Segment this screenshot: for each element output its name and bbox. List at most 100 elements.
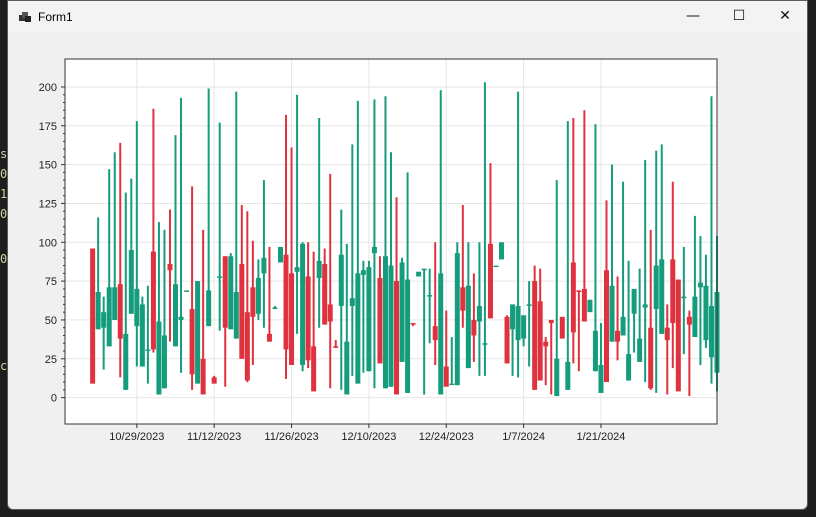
candle-body-down bbox=[244, 312, 250, 381]
maximize-button[interactable]: ☐ bbox=[716, 1, 762, 31]
candle-body-up bbox=[554, 358, 560, 397]
candle-body-down bbox=[394, 281, 400, 395]
candle-body-up bbox=[653, 265, 659, 310]
candle-body-up bbox=[405, 279, 411, 393]
candle-body-down bbox=[283, 254, 289, 350]
candle-body-down bbox=[443, 366, 449, 387]
candle-body-down bbox=[686, 316, 692, 325]
candle-body-up bbox=[128, 250, 134, 314]
candle-body-up bbox=[421, 268, 427, 271]
candle-body-up bbox=[173, 284, 179, 347]
x-tick-label: 1/21/2024 bbox=[576, 431, 625, 443]
candle-body-down bbox=[603, 270, 609, 383]
candle-body-up bbox=[598, 364, 604, 393]
y-tick-label: 75 bbox=[45, 276, 57, 288]
candle-body-down bbox=[189, 309, 195, 375]
candle-body-up bbox=[697, 282, 703, 288]
candle-body-up bbox=[587, 299, 593, 313]
candle-body-up bbox=[134, 288, 140, 327]
candle-body-down bbox=[250, 287, 256, 317]
candle-body-up bbox=[626, 354, 632, 381]
candle-body-up bbox=[228, 256, 234, 330]
x-tick-label: 11/12/2023 bbox=[187, 431, 241, 443]
x-tick-label: 12/24/2023 bbox=[419, 431, 474, 443]
candle-body-up bbox=[355, 273, 361, 384]
candle-body-down bbox=[471, 319, 477, 336]
candle-body-down bbox=[504, 316, 510, 364]
candle-body-up bbox=[112, 287, 118, 320]
candle-body-up bbox=[482, 343, 488, 345]
candle-body-up bbox=[565, 361, 571, 390]
candle-body-up bbox=[399, 262, 405, 362]
candle-body-down bbox=[322, 264, 328, 325]
candle-body-down bbox=[327, 304, 333, 322]
candle-body-up bbox=[609, 285, 615, 342]
app-icon bbox=[19, 12, 31, 22]
candle-body-down bbox=[537, 301, 543, 381]
y-tick-label: 150 bbox=[39, 160, 57, 172]
candle-body-down bbox=[377, 278, 383, 364]
candle-body-up bbox=[233, 291, 239, 339]
candle-body-up bbox=[371, 246, 377, 254]
candle-body-up bbox=[344, 341, 350, 395]
candle-body-up bbox=[316, 260, 322, 278]
candle-body-down bbox=[266, 333, 272, 342]
candle-body-down bbox=[150, 251, 156, 350]
y-tick-label: 0 bbox=[51, 393, 57, 405]
form-window: Form1 — ☐ ✕ 0 25 50 75 100 125 150 175 200 10/29/… bbox=[7, 0, 808, 510]
candle-body-up bbox=[708, 305, 714, 358]
candle-body-up bbox=[592, 330, 598, 372]
y-tick-label: 25 bbox=[45, 354, 57, 366]
candle-body-up bbox=[499, 242, 505, 260]
candle-body-down bbox=[211, 377, 217, 384]
candle-body-down bbox=[615, 330, 621, 342]
candle-body-down bbox=[432, 326, 438, 341]
close-button[interactable]: ✕ bbox=[762, 1, 807, 31]
title-bar[interactable]: Form1 — ☐ ✕ bbox=[8, 1, 807, 33]
candle-body-up bbox=[261, 257, 267, 274]
window-title: Form1 bbox=[38, 10, 73, 24]
candle-body-up bbox=[526, 304, 532, 306]
candle-body-down bbox=[239, 264, 245, 359]
chart-area: 0 25 50 75 100 125 150 175 200 10/29/2023 11/12/20… bbox=[8, 33, 807, 509]
candle-body-up bbox=[521, 315, 527, 339]
candle-body-up bbox=[161, 335, 167, 389]
candle-body-up bbox=[366, 267, 372, 372]
candle-body-up bbox=[388, 265, 394, 387]
candle-body-down bbox=[167, 264, 173, 271]
candle-body-up bbox=[156, 321, 162, 395]
y-tick-label: 50 bbox=[45, 315, 57, 327]
candle-body-down bbox=[559, 316, 565, 339]
candle-body-up bbox=[277, 246, 283, 263]
candle-body-up bbox=[272, 307, 278, 310]
candle-body-up bbox=[427, 295, 433, 297]
candle-body-down bbox=[581, 288, 587, 322]
candle-body-up bbox=[493, 265, 499, 268]
candle-body-down bbox=[117, 284, 123, 339]
candle-body-up bbox=[465, 285, 471, 369]
candle-body-down bbox=[543, 341, 549, 347]
candle-body-down bbox=[200, 358, 206, 395]
candle-body-up bbox=[449, 383, 455, 386]
candle-body-down bbox=[410, 323, 416, 325]
candle-body-up bbox=[195, 281, 201, 384]
y-tick-label: 100 bbox=[39, 237, 57, 249]
candle-body-down bbox=[570, 262, 576, 333]
candle-body-up bbox=[476, 305, 482, 322]
candle-body-up bbox=[106, 287, 112, 347]
candle-body-down bbox=[222, 256, 228, 328]
minimize-button[interactable]: — bbox=[670, 1, 716, 31]
candle-body-up bbox=[438, 273, 444, 395]
candle-body-up bbox=[139, 304, 145, 367]
candle-body-up bbox=[692, 296, 698, 338]
x-tick-label: 11/26/2023 bbox=[264, 431, 318, 443]
candle-body-up bbox=[360, 270, 366, 275]
candle-body-up bbox=[255, 278, 261, 314]
candle-body-down bbox=[648, 327, 654, 389]
candle-body-down bbox=[675, 279, 681, 392]
candle-body-up bbox=[217, 276, 223, 278]
candle-body-down bbox=[460, 287, 466, 311]
candle-body-down bbox=[90, 248, 96, 384]
candle-body-down bbox=[576, 290, 582, 292]
x-tick-label: 1/7/2024 bbox=[502, 431, 545, 443]
